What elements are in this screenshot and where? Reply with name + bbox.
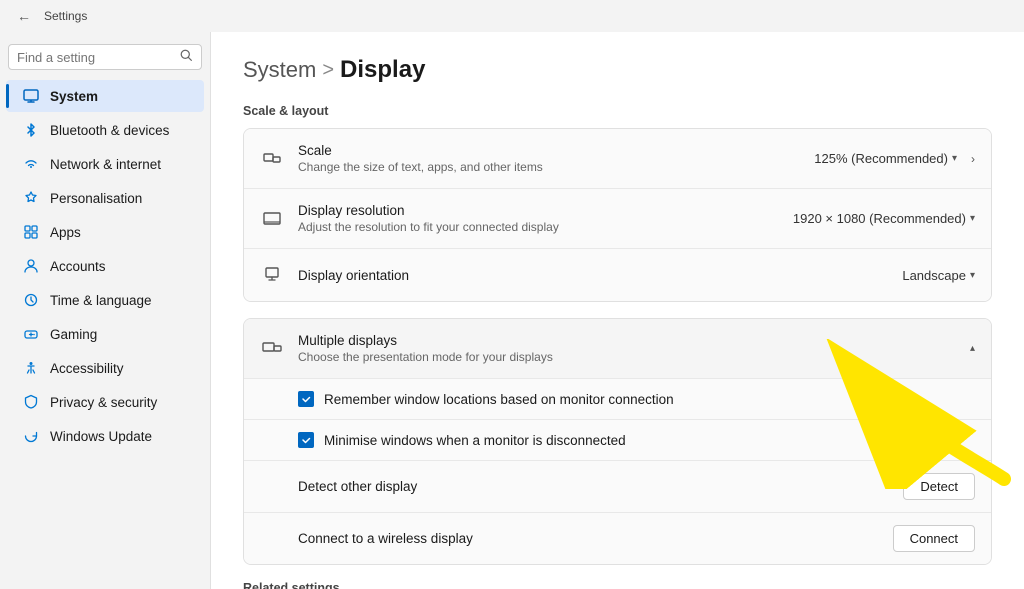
section-title-scale: Scale & layout [243, 104, 992, 118]
detect-button[interactable]: Detect [903, 473, 975, 500]
scale-icon [260, 147, 284, 171]
sidebar-label-network: Network & internet [50, 157, 161, 172]
sidebar-label-time: Time & language [50, 293, 152, 308]
sidebar-label-system: System [50, 89, 98, 104]
resolution-title: Display resolution [298, 203, 779, 218]
multiple-displays-title: Multiple displays [298, 333, 956, 348]
scale-value[interactable]: 125% (Recommended) ▾ [814, 151, 957, 166]
connect-button[interactable]: Connect [893, 525, 975, 552]
apps-icon [22, 223, 40, 241]
resolution-row[interactable]: Display resolution Adjust the resolution… [244, 189, 991, 249]
orientation-row[interactable]: Display orientation Landscape ▾ [244, 249, 991, 301]
multiple-displays-text: Multiple displays Choose the presentatio… [298, 333, 956, 364]
page-header: System > Display [243, 56, 992, 84]
multiple-displays-desc: Choose the presentation mode for your di… [298, 350, 956, 364]
sidebar-item-accessibility[interactable]: Accessibility [6, 352, 204, 384]
accounts-icon [22, 257, 40, 275]
multiple-displays-group: Multiple displays Choose the presentatio… [243, 318, 992, 565]
checkbox-row-2[interactable]: Minimise windows when a monitor is disco… [244, 420, 991, 461]
scale-chevron-right: › [971, 152, 975, 166]
orientation-chevron-down: ▾ [970, 270, 975, 281]
multiple-displays-icon [260, 337, 284, 361]
search-icon [180, 49, 193, 65]
multiple-displays-row[interactable]: Multiple displays Choose the presentatio… [244, 319, 991, 379]
scale-row[interactable]: Scale Change the size of text, apps, and… [244, 129, 991, 189]
sidebar-label-privacy: Privacy & security [50, 395, 157, 410]
network-icon [22, 155, 40, 173]
checkbox-label-1: Remember window locations based on monit… [324, 392, 674, 407]
sidebar-label-bluetooth: Bluetooth & devices [50, 123, 169, 138]
resolution-chevron-down: ▾ [970, 213, 975, 224]
sidebar-item-system[interactable]: System [6, 80, 204, 112]
resolution-desc: Adjust the resolution to fit your connec… [298, 220, 779, 234]
orientation-icon [260, 263, 284, 287]
checkbox-row-1[interactable]: Remember window locations based on monit… [244, 379, 991, 420]
main-layout: System Bluetooth & devices Network & int… [0, 32, 1024, 589]
titlebar-title: Settings [44, 9, 87, 23]
detect-label: Detect other display [298, 479, 903, 494]
sidebar-label-personalisation: Personalisation [50, 191, 142, 206]
sidebar-label-accounts: Accounts [50, 259, 106, 274]
back-button[interactable]: ← [12, 4, 36, 28]
sidebar-label-update: Windows Update [50, 429, 152, 444]
page-title: Display [340, 56, 425, 84]
search-input[interactable] [17, 50, 174, 65]
orientation-title: Display orientation [298, 268, 888, 283]
orientation-value[interactable]: Landscape ▾ [902, 268, 975, 283]
gaming-icon [22, 325, 40, 343]
accessibility-icon [22, 359, 40, 377]
orientation-text: Display orientation [298, 268, 888, 283]
sidebar-item-accounts[interactable]: Accounts [6, 250, 204, 282]
sidebar-item-bluetooth[interactable]: Bluetooth & devices [6, 114, 204, 146]
breadcrumb: System [243, 57, 316, 83]
sidebar-item-privacy[interactable]: Privacy & security [6, 386, 204, 418]
sidebar-label-apps: Apps [50, 225, 81, 240]
content-area: System > Display Scale & layout Scale Ch… [210, 32, 1024, 589]
sidebar-item-network[interactable]: Network & internet [6, 148, 204, 180]
scale-desc: Change the size of text, apps, and other… [298, 160, 800, 174]
personalisation-icon [22, 189, 40, 207]
sidebar-item-gaming[interactable]: Gaming [6, 318, 204, 350]
scale-chevron-down: ▾ [952, 153, 957, 164]
privacy-icon [22, 393, 40, 411]
checkbox-label-2: Minimise windows when a monitor is disco… [324, 433, 626, 448]
sidebar-item-update[interactable]: Windows Update [6, 420, 204, 452]
system-icon [22, 87, 40, 105]
resolution-icon [260, 207, 284, 231]
detect-row: Detect other display Detect [244, 461, 991, 513]
time-icon [22, 291, 40, 309]
bluetooth-icon [22, 121, 40, 139]
sidebar-item-time[interactable]: Time & language [6, 284, 204, 316]
resolution-value[interactable]: 1920 × 1080 (Recommended) ▾ [793, 211, 975, 226]
update-icon [22, 427, 40, 445]
connect-row: Connect to a wireless display Connect [244, 513, 991, 564]
sidebar-label-accessibility: Accessibility [50, 361, 124, 376]
scale-layout-group: Scale Change the size of text, apps, and… [243, 128, 992, 302]
related-settings-title: Related settings [243, 581, 992, 589]
sidebar-item-apps[interactable]: Apps [6, 216, 204, 248]
sidebar: System Bluetooth & devices Network & int… [0, 32, 210, 589]
scale-text: Scale Change the size of text, apps, and… [298, 143, 800, 174]
connect-label: Connect to a wireless display [298, 531, 893, 546]
search-box[interactable] [8, 44, 202, 70]
multiple-displays-chevron-up: ▴ [970, 343, 975, 354]
resolution-text: Display resolution Adjust the resolution… [298, 203, 779, 234]
sidebar-label-gaming: Gaming [50, 327, 97, 342]
checkbox-1[interactable] [298, 391, 314, 407]
sidebar-item-personalisation[interactable]: Personalisation [6, 182, 204, 214]
scale-title: Scale [298, 143, 800, 158]
breadcrumb-separator: > [322, 59, 334, 82]
checkbox-2[interactable] [298, 432, 314, 448]
titlebar: ← Settings [0, 0, 1024, 32]
